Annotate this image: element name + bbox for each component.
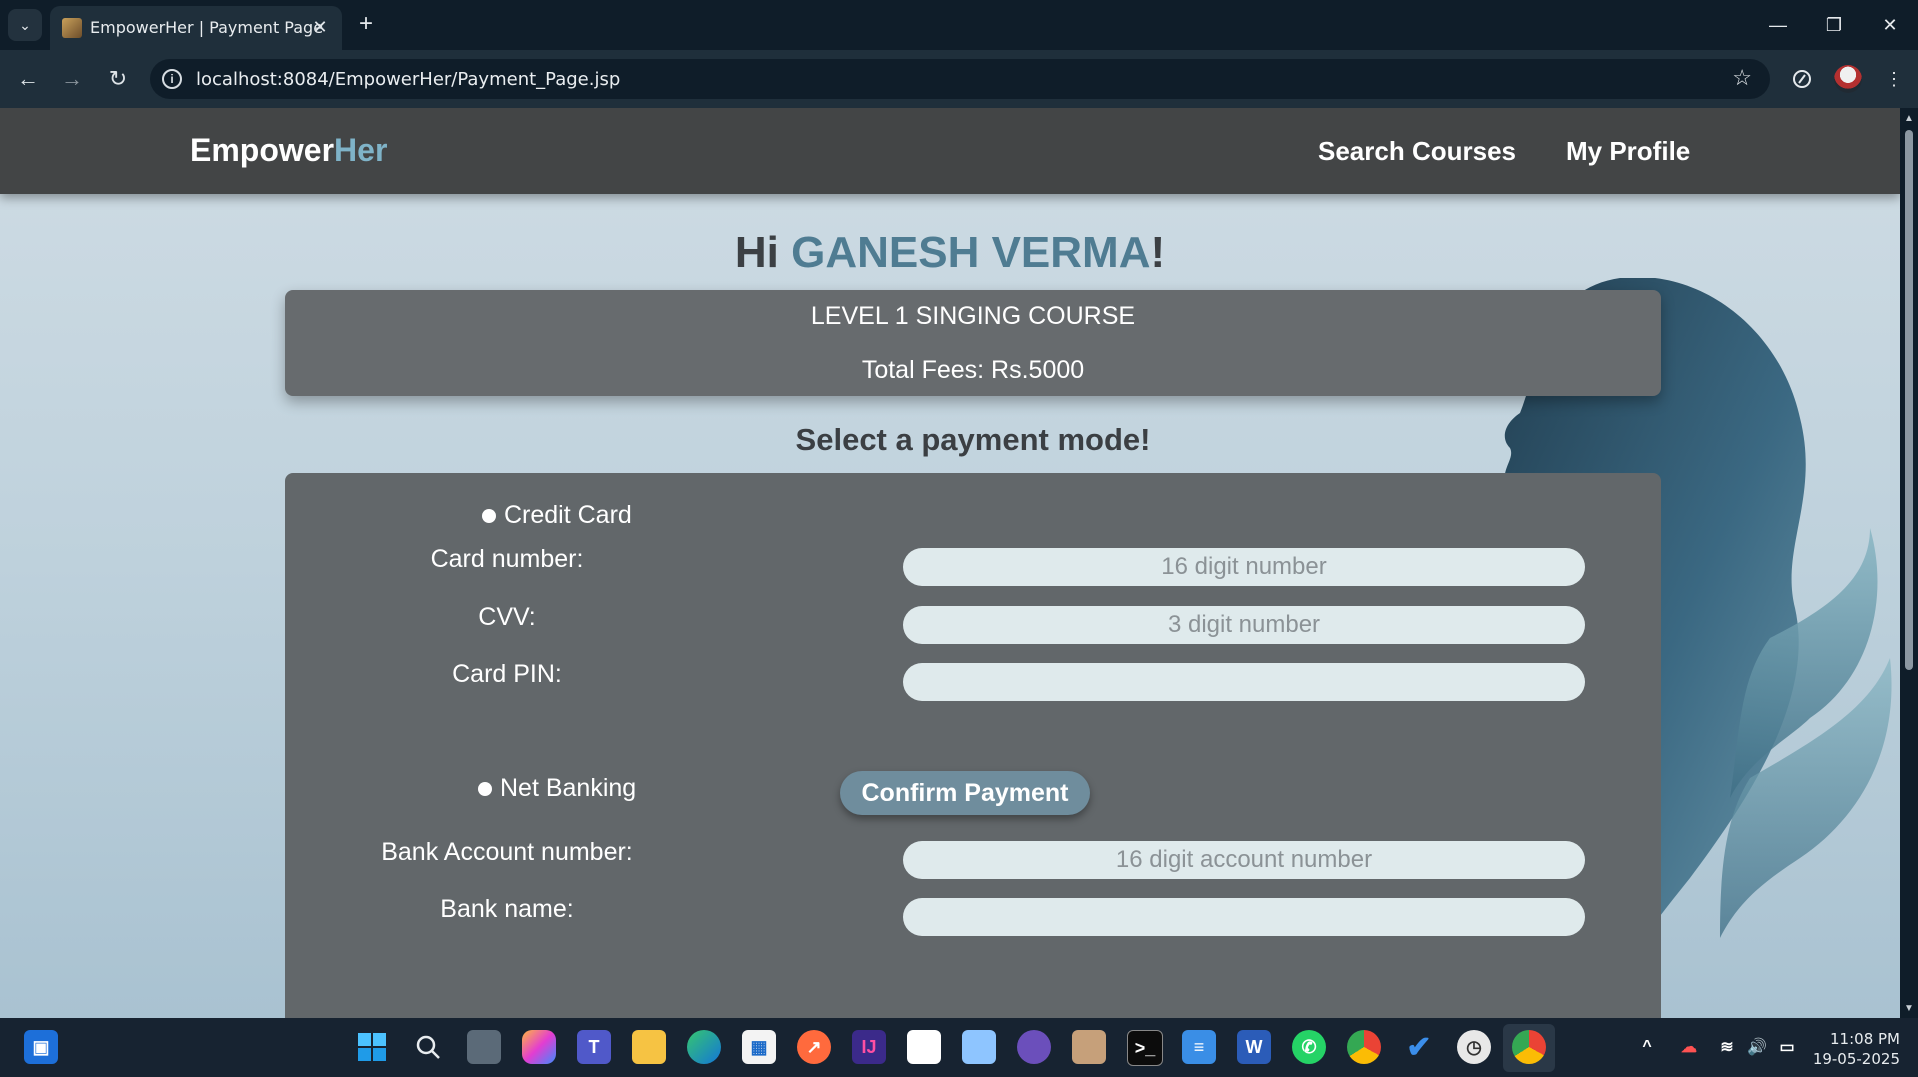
browser-tab-active[interactable]: EmpowerHer | Payment Page ✕ bbox=[50, 6, 342, 50]
confirm-payment-button[interactable]: Confirm Payment bbox=[840, 771, 1090, 815]
mysql-workbench-icon[interactable] bbox=[1017, 1030, 1051, 1064]
copilot-icon[interactable] bbox=[522, 1030, 556, 1064]
new-tab-button[interactable]: + bbox=[352, 10, 380, 38]
extensions-icon[interactable] bbox=[1788, 65, 1816, 93]
course-title: LEVEL 1 SINGING COURSE bbox=[810, 302, 1136, 330]
brand-logo[interactable]: EmpowerHer bbox=[190, 132, 387, 169]
onedrive-error-icon[interactable]: ☁ bbox=[1672, 1030, 1706, 1064]
tab-close-icon[interactable]: ✕ bbox=[308, 15, 332, 39]
card-pin-label: Card PIN: bbox=[452, 660, 562, 688]
site-info-icon[interactable]: i bbox=[162, 69, 182, 89]
cvv-input[interactable]: 3 digit number bbox=[903, 606, 1585, 644]
intellij-icon[interactable]: IJ bbox=[852, 1030, 886, 1064]
card-pin-input[interactable] bbox=[903, 663, 1585, 701]
address-bar[interactable]: i localhost:8084/EmpowerHer/Payment_Page… bbox=[150, 59, 1770, 99]
notepad-icon[interactable]: ≡ bbox=[1182, 1030, 1216, 1064]
greeting-prefix: Hi bbox=[734, 228, 792, 277]
back-button[interactable]: ← bbox=[12, 63, 44, 95]
3d-cube-app-icon[interactable] bbox=[962, 1030, 996, 1064]
brand-name-accent: Her bbox=[334, 132, 388, 168]
postman-icon[interactable]: ↗ bbox=[797, 1030, 831, 1064]
show-hidden-icons-chevron-icon[interactable]: ^ bbox=[1630, 1030, 1664, 1064]
forward-button[interactable]: → bbox=[56, 63, 88, 95]
browser-menu-icon[interactable]: ⋮ bbox=[1880, 65, 1908, 93]
card-number-input[interactable]: 16 digit number bbox=[903, 548, 1585, 586]
file-explorer-icon[interactable] bbox=[632, 1030, 666, 1064]
credit-card-label: Credit Card bbox=[504, 501, 632, 529]
browser-tab-bar: ⌄ EmpowerHer | Payment Page ✕ + — ❐ ✕ bbox=[0, 0, 1918, 50]
reload-button[interactable]: ↻ bbox=[102, 63, 134, 95]
edge-icon[interactable] bbox=[687, 1030, 721, 1064]
search-icon[interactable] bbox=[411, 1030, 445, 1064]
tab-search-chevron-icon[interactable]: ⌄ bbox=[8, 9, 42, 41]
battery-icon[interactable]: ▭ bbox=[1770, 1030, 1804, 1064]
clock-time[interactable]: 11:08 PM bbox=[1806, 1030, 1900, 1048]
greeting-suffix: ! bbox=[1150, 228, 1166, 277]
bank-name-label: Bank name: bbox=[440, 895, 574, 923]
word-icon[interactable]: W bbox=[1237, 1030, 1271, 1064]
todo-check-icon[interactable]: ✔ bbox=[1402, 1030, 1436, 1064]
card-number-label: Card number: bbox=[430, 545, 584, 573]
course-total-fees: Total Fees: Rs.5000 bbox=[861, 356, 1085, 384]
scrollbar-thumb[interactable] bbox=[1905, 130, 1913, 670]
credit-card-option[interactable]: Credit Card bbox=[482, 501, 632, 530]
net-banking-radio[interactable] bbox=[478, 781, 492, 796]
minimize-window-button[interactable]: — bbox=[1758, 8, 1798, 42]
terminal-icon[interactable]: >_ bbox=[1127, 1030, 1163, 1066]
cvv-label: CVV: bbox=[478, 603, 536, 631]
net-banking-option[interactable]: Net Banking bbox=[478, 774, 636, 803]
volume-icon[interactable]: 🔊 bbox=[1740, 1030, 1774, 1064]
user-name: GANESH VERMA bbox=[791, 228, 1151, 277]
course-summary-card: LEVEL 1 SINGING COURSE Total Fees: Rs.50… bbox=[285, 290, 1661, 396]
whatsapp-icon[interactable]: ✆ bbox=[1292, 1030, 1326, 1064]
chrome-profile-icon[interactable] bbox=[1512, 1030, 1546, 1064]
scroll-up-icon[interactable]: ▲ bbox=[1903, 112, 1915, 124]
netbeans-icon[interactable] bbox=[1072, 1030, 1106, 1064]
task-view-icon[interactable] bbox=[467, 1030, 501, 1064]
notepad-file-icon[interactable] bbox=[907, 1030, 941, 1064]
clock-app-icon[interactable]: ◷ bbox=[1457, 1030, 1491, 1064]
teams-icon[interactable]: T bbox=[577, 1030, 611, 1064]
tab-title: EmpowerHer | Payment Page bbox=[90, 18, 324, 37]
microsoft-store-icon[interactable]: ▦ bbox=[742, 1030, 776, 1064]
clock-date[interactable]: 19-05-2025 bbox=[1806, 1050, 1900, 1068]
wifi-icon[interactable]: ≋ bbox=[1710, 1030, 1744, 1064]
payment-mode-heading: Select a payment mode! bbox=[795, 422, 1151, 457]
net-banking-label: Net Banking bbox=[500, 774, 637, 802]
credit-card-radio[interactable] bbox=[482, 508, 496, 523]
page-viewport: EmpowerHer Search Courses My Profile Hi … bbox=[0, 108, 1900, 1018]
page-scrollbar[interactable]: ▲ ▼ bbox=[1900, 108, 1918, 1018]
windows-start-icon[interactable] bbox=[355, 1030, 389, 1064]
site-header: EmpowerHer Search Courses My Profile bbox=[0, 108, 1900, 194]
brand-name-main: Empower bbox=[190, 132, 335, 168]
payment-form-panel: Credit Card Card number: 16 digit number… bbox=[285, 473, 1661, 1018]
bank-account-input[interactable]: 16 digit account number bbox=[903, 841, 1585, 879]
bank-name-input[interactable] bbox=[903, 898, 1585, 936]
bank-account-label: Bank Account number: bbox=[381, 838, 633, 866]
nav-search-courses[interactable]: Search Courses bbox=[1318, 136, 1516, 167]
site-favicon-icon bbox=[62, 18, 82, 38]
page-greeting: Hi GANESH VERMA! bbox=[0, 228, 1900, 278]
close-window-button[interactable]: ✕ bbox=[1870, 8, 1910, 42]
nav-my-profile[interactable]: My Profile bbox=[1566, 136, 1690, 167]
profile-avatar[interactable] bbox=[1834, 65, 1862, 93]
restore-window-button[interactable]: ❐ bbox=[1814, 8, 1854, 42]
chrome-icon[interactable] bbox=[1347, 1030, 1381, 1064]
widgets-icon[interactable]: ▣ bbox=[24, 1030, 58, 1064]
address-url[interactable]: localhost:8084/EmpowerHer/Payment_Page.j… bbox=[196, 69, 620, 90]
scroll-down-icon[interactable]: ▼ bbox=[1903, 1002, 1915, 1014]
bookmark-star-icon[interactable]: ☆ bbox=[1732, 65, 1752, 91]
